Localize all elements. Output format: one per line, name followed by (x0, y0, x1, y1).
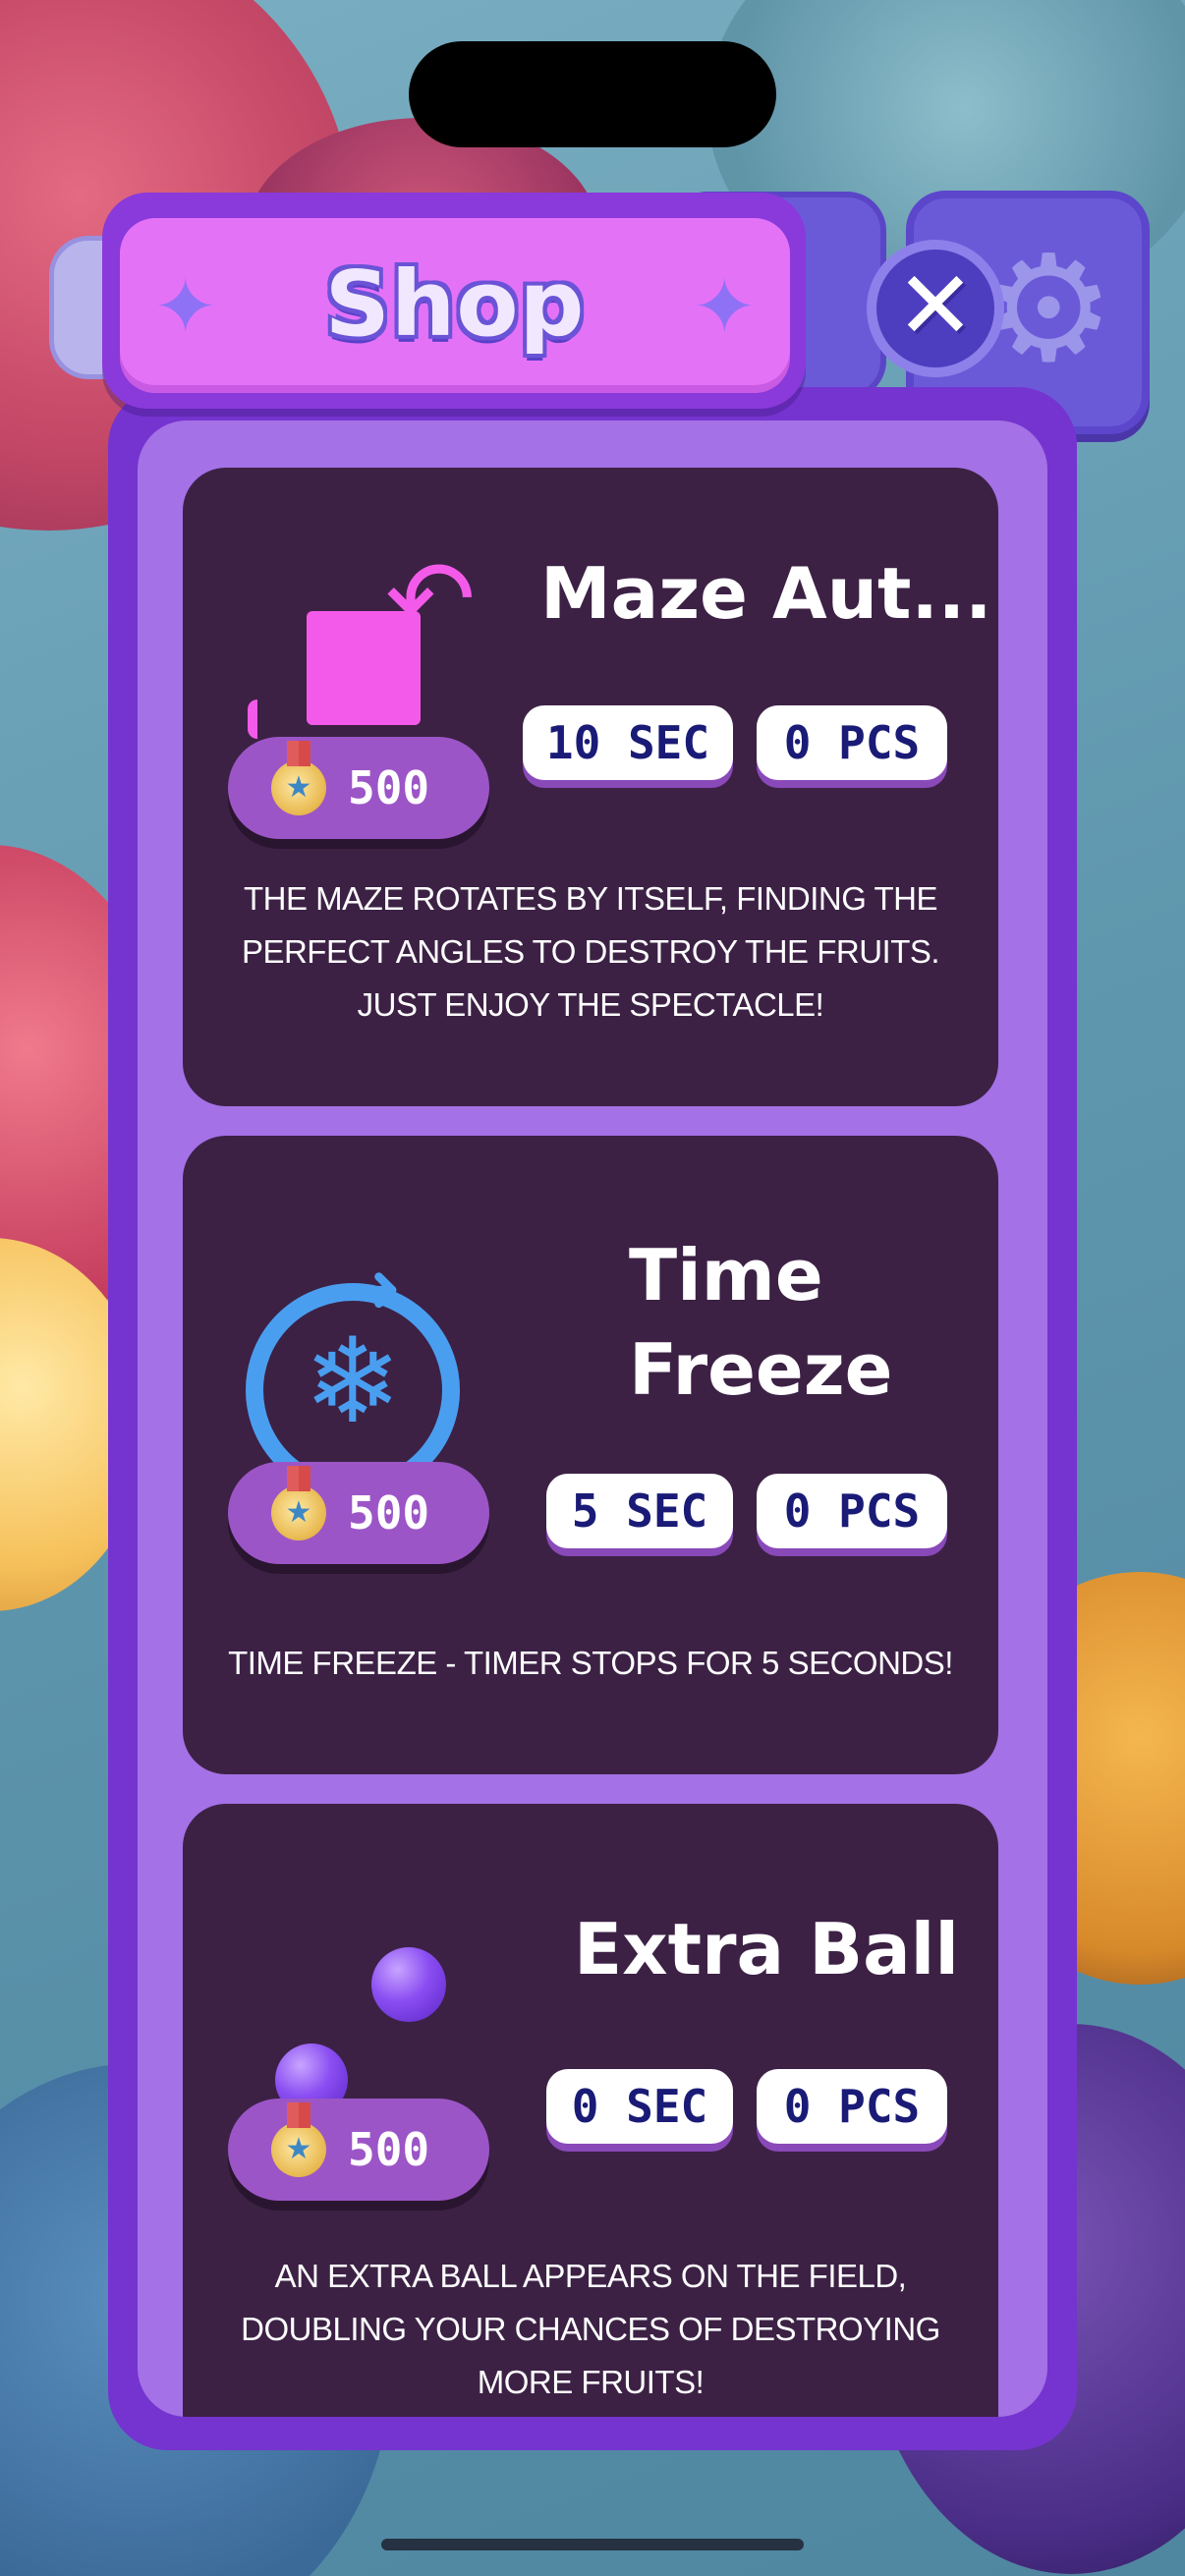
quantity-chip: 0 PCS (757, 705, 947, 780)
dynamic-island (409, 41, 776, 147)
item-title-line2: Freeze (629, 1328, 893, 1411)
item-description: TIME FREEZE - TIMER STOPS FOR 5 SECONDS! (228, 1645, 953, 1681)
duration-chip: 5 SEC (546, 1474, 733, 1548)
item-title: Extra Ball (574, 1908, 960, 1990)
medal-icon: ★ (271, 741, 326, 815)
price-button[interactable]: ★ 500 (228, 2099, 489, 2201)
shop-panel-inner: ↶ ★ 500 Maze Aut... 10 SEC 0 PCS THE MAZ… (138, 420, 1047, 2417)
medal-icon: ★ (271, 2102, 326, 2177)
price-amount: 500 (348, 2123, 430, 2176)
title-banner: ✦ Shop ✦ (120, 218, 790, 393)
price-amount: 500 (348, 761, 430, 814)
title-banner-frame: ✦ Shop ✦ (102, 193, 806, 409)
page-title: Shop (324, 252, 586, 357)
item-title-line1: Time (629, 1234, 823, 1316)
shop-item-extra-ball[interactable]: ★ 500 Extra Ball 0 SEC 0 PCS AN EXTRA BA… (183, 1804, 998, 2417)
duration-chip: 10 SEC (523, 705, 733, 780)
close-icon: ✕ (895, 251, 976, 361)
maze-hook-shape (248, 700, 281, 739)
sparkle-icon: ✦ (692, 263, 757, 352)
shop-item-time-freeze[interactable]: ➜ ❄ ★ 500 Time Freeze 5 SEC 0 PCS TIME F… (183, 1136, 998, 1774)
item-title: Maze Aut... (540, 552, 992, 635)
duration-chip: 0 SEC (546, 2069, 733, 2144)
extra-ball-icon (371, 1947, 446, 2022)
maze-rotate-icon (307, 611, 421, 725)
price-button[interactable]: ★ 500 (228, 737, 489, 839)
close-button[interactable]: ✕ (867, 240, 1004, 377)
shop-item-maze-auto[interactable]: ↶ ★ 500 Maze Aut... 10 SEC 0 PCS THE MAZ… (183, 468, 998, 1106)
item-description: AN EXTRA BALL APPEARS ON THE FIELD, DOUB… (241, 2258, 940, 2400)
price-amount: 500 (348, 1486, 430, 1540)
home-indicator[interactable] (381, 2539, 804, 2550)
quantity-chip: 0 PCS (757, 1474, 947, 1548)
snowflake-icon: ❄ (303, 1314, 403, 1450)
quantity-chip: 0 PCS (757, 2069, 947, 2144)
medal-icon: ★ (271, 1466, 326, 1540)
price-button[interactable]: ★ 500 (228, 1462, 489, 1564)
shop-panel: ↶ ★ 500 Maze Aut... 10 SEC 0 PCS THE MAZ… (108, 387, 1077, 2450)
item-description: THE MAZE ROTATES BY ITSELF, FINDING THE … (241, 880, 940, 1023)
